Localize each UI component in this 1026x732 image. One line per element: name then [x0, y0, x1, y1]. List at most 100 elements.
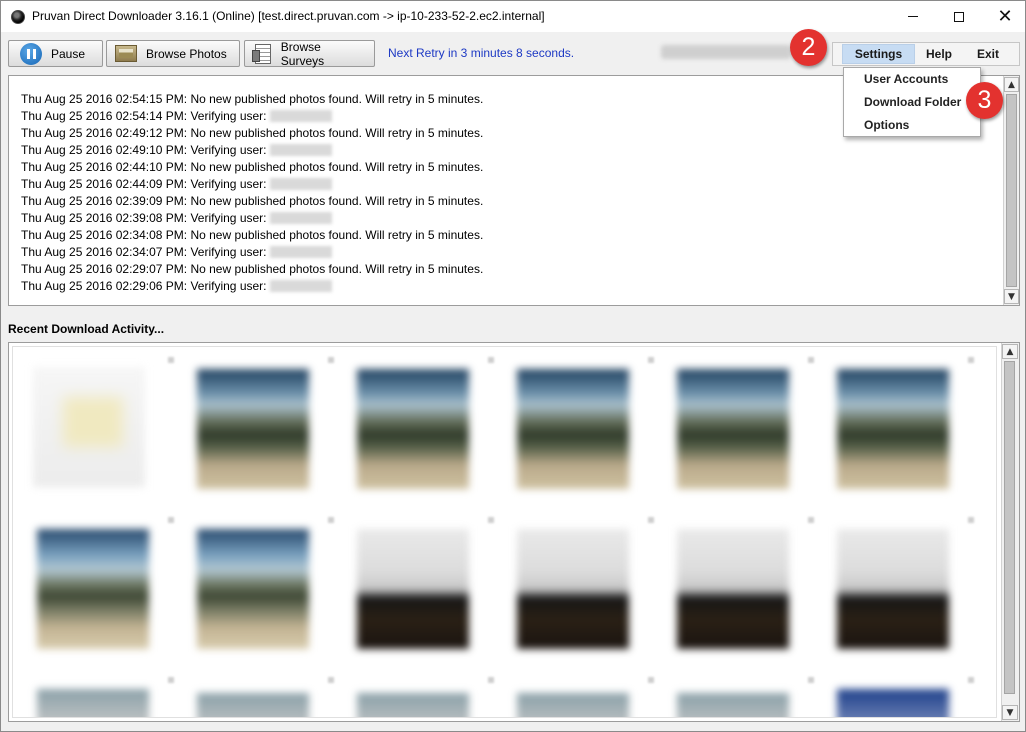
photo-thumbnail[interactable]	[357, 529, 469, 649]
log-line: Thu Aug 25 2016 02:34:08 PM: No new publ…	[21, 227, 981, 244]
window-title: Pruvan Direct Downloader 3.16.1 (Online)…	[32, 9, 545, 23]
photo-thumbnail[interactable]	[517, 693, 629, 717]
log-line-text: Thu Aug 25 2016 02:44:10 PM: No new publ…	[21, 160, 484, 174]
log-line: Thu Aug 25 2016 02:34:07 PM: Verifying u…	[21, 244, 981, 261]
photo-thumbnail[interactable]	[837, 689, 949, 717]
thumbnail-mark	[488, 357, 494, 363]
menu-bar: Settings Help Exit	[832, 42, 1020, 66]
photo-thumbnail[interactable]	[677, 693, 789, 717]
log-line: Thu Aug 25 2016 02:39:08 PM: Verifying u…	[21, 210, 981, 227]
photo-thumbnail[interactable]	[197, 693, 309, 717]
log-line-text: Thu Aug 25 2016 02:54:15 PM: No new publ…	[21, 92, 484, 106]
log-line: Thu Aug 25 2016 02:39:09 PM: No new publ…	[21, 193, 981, 210]
browse-photos-button[interactable]: Browse Photos	[106, 40, 240, 67]
thumbnail-mark	[488, 517, 494, 523]
photo-thumbnail[interactable]	[37, 689, 149, 717]
redacted-username	[269, 246, 332, 258]
gallery-scroll-thumb[interactable]	[1004, 361, 1015, 694]
photo-thumbnail[interactable]	[357, 693, 469, 717]
step-badge-3: 3	[966, 82, 1003, 119]
thumbnail-mark	[808, 677, 814, 683]
photo-thumbnail[interactable]	[33, 367, 145, 487]
log-line-text: Thu Aug 25 2016 02:54:14 PM: Verifying u…	[21, 109, 267, 123]
scroll-up-arrow-icon[interactable]: ▲	[1004, 77, 1019, 92]
settings-dropdown: User Accounts Download Folder Options	[843, 67, 981, 137]
thumbnail-mark	[648, 677, 654, 683]
log-scroll-thumb[interactable]	[1006, 94, 1017, 287]
thumbnail-mark	[168, 517, 174, 523]
thumbnail-mark	[328, 677, 334, 683]
thumbnail-mark	[968, 517, 974, 523]
redacted-username	[269, 144, 332, 156]
menu-settings[interactable]: Settings	[842, 44, 915, 64]
photo-thumbnail[interactable]	[837, 369, 949, 489]
thumbnail-mark	[488, 677, 494, 683]
recent-activity-gallery[interactable]: ▲ ▼	[8, 342, 1020, 722]
thumbnail-mark	[648, 517, 654, 523]
photo-thumbnail[interactable]	[517, 369, 629, 489]
log-line: Thu Aug 25 2016 02:29:06 PM: Verifying u…	[21, 278, 981, 295]
retry-status: Next Retry in 3 minutes 8 seconds.	[388, 46, 575, 60]
log-line-text: Thu Aug 25 2016 02:34:07 PM: Verifying u…	[21, 245, 267, 259]
log-line: Thu Aug 25 2016 02:44:09 PM: Verifying u…	[21, 176, 981, 193]
menu-item-options[interactable]: Options	[864, 118, 909, 132]
log-line-text: Thu Aug 25 2016 02:44:09 PM: Verifying u…	[21, 177, 267, 191]
browse-surveys-label: Browse Surveys	[280, 39, 325, 68]
photo-thumbnail[interactable]	[357, 369, 469, 489]
maximize-icon	[954, 11, 964, 22]
thumbnail-mark	[808, 517, 814, 523]
minimize-icon	[908, 16, 918, 17]
app-logo-icon	[11, 10, 25, 24]
scroll-down-arrow-icon[interactable]: ▼	[1004, 289, 1019, 304]
redacted-username	[661, 45, 791, 59]
close-button[interactable]: ✕	[982, 1, 1025, 32]
log-line: Thu Aug 25 2016 02:54:15 PM: No new publ…	[21, 91, 981, 108]
scroll-down-arrow-icon[interactable]: ▼	[1002, 705, 1018, 720]
log-line: Thu Aug 25 2016 02:49:12 PM: No new publ…	[21, 125, 981, 142]
photo-thumbnail[interactable]	[677, 369, 789, 489]
menu-item-user-accounts[interactable]: User Accounts	[864, 72, 948, 86]
browse-surveys-button[interactable]: Browse Surveys	[244, 39, 375, 68]
redacted-username	[269, 110, 332, 122]
redacted-username	[269, 280, 332, 292]
log-line: Thu Aug 25 2016 02:29:07 PM: No new publ…	[21, 261, 981, 278]
log-line-text: Thu Aug 25 2016 02:29:07 PM: No new publ…	[21, 262, 484, 276]
log-line-text: Thu Aug 25 2016 02:39:08 PM: Verifying u…	[21, 211, 267, 225]
photo-thumbnail[interactable]	[197, 369, 309, 489]
thumbnail-mark	[968, 357, 974, 363]
log-scrollbar[interactable]: ▲ ▼	[1003, 76, 1019, 305]
log-line-text: Thu Aug 25 2016 02:49:12 PM: No new publ…	[21, 126, 484, 140]
pause-icon	[20, 42, 42, 65]
log-line-text: Thu Aug 25 2016 02:34:08 PM: No new publ…	[21, 228, 484, 242]
scroll-up-arrow-icon[interactable]: ▲	[1002, 344, 1018, 359]
menu-exit[interactable]: Exit	[963, 44, 1013, 64]
step-badge-2: 2	[790, 29, 827, 66]
thumbnail-mark	[168, 677, 174, 683]
photo-thumbnail[interactable]	[37, 529, 149, 649]
title-bar: Pruvan Direct Downloader 3.16.1 (Online)…	[1, 1, 1025, 32]
menu-item-download-folder[interactable]: Download Folder	[864, 95, 961, 109]
pause-button-label: Pause	[51, 46, 86, 61]
close-icon: ✕	[997, 5, 1013, 27]
photo-thumbnail[interactable]	[197, 529, 309, 649]
redacted-username	[269, 212, 332, 224]
survey-icon	[252, 43, 271, 64]
menu-help[interactable]: Help	[917, 44, 961, 64]
photo-thumbnail[interactable]	[677, 529, 789, 649]
browse-photos-label: Browse Photos	[146, 46, 227, 61]
thumbnail-mark	[328, 517, 334, 523]
photo-thumbnail[interactable]	[837, 529, 949, 649]
photo-thumbnail[interactable]	[517, 529, 629, 649]
log-line-text: Thu Aug 25 2016 02:39:09 PM: No new publ…	[21, 194, 484, 208]
log-line: Thu Aug 25 2016 02:44:10 PM: No new publ…	[21, 159, 981, 176]
thumbnail-mark	[648, 357, 654, 363]
log-lines: Thu Aug 25 2016 02:54:15 PM: No new publ…	[21, 91, 981, 295]
log-line: Thu Aug 25 2016 02:54:14 PM: Verifying u…	[21, 108, 981, 125]
thumbnail-mark	[168, 357, 174, 363]
pause-button[interactable]: Pause	[8, 40, 103, 67]
minimize-button[interactable]	[890, 1, 936, 32]
log-line-text: Thu Aug 25 2016 02:49:10 PM: Verifying u…	[21, 143, 267, 157]
maximize-button[interactable]	[936, 1, 982, 32]
gallery-scrollbar[interactable]: ▲ ▼	[1001, 343, 1019, 721]
photo-icon	[115, 45, 137, 62]
